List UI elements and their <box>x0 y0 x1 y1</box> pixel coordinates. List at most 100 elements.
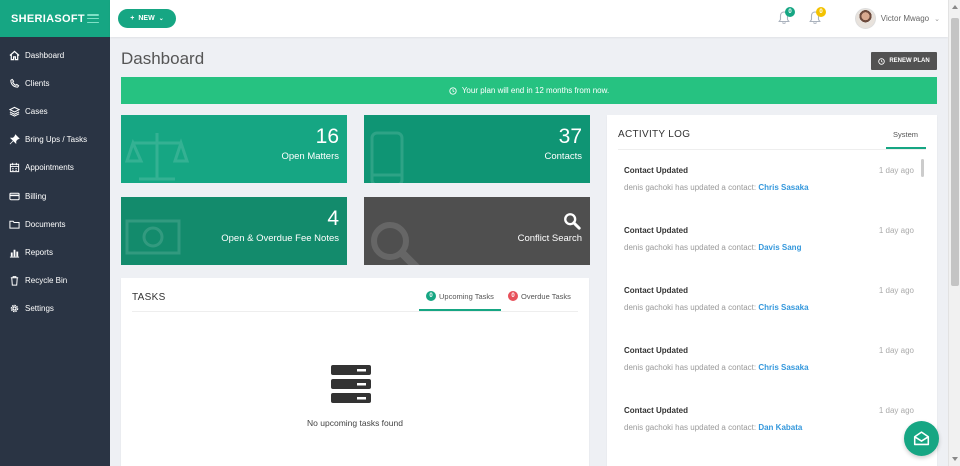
sidebar-item-recycle-bin[interactable]: Recycle Bin <box>0 267 110 295</box>
contact-link[interactable]: Chris Sasaka <box>758 303 808 312</box>
list-item: Contact Updated 1 day ago denis gachoki … <box>624 166 914 192</box>
sidebar-item-label: Cases <box>25 106 48 116</box>
scroll-down-arrow-icon[interactable] <box>952 457 958 461</box>
sidebar-item-clients[interactable]: Clients <box>0 69 110 97</box>
list-item: Contact Updated 1 day ago denis gachoki … <box>624 406 914 432</box>
tab-upcoming-tasks[interactable]: 0 Upcoming Tasks <box>426 291 494 301</box>
contact-link[interactable]: Chris Sasaka <box>758 183 808 192</box>
bar-chart-icon <box>9 247 20 258</box>
sidebar-item-label: Dashboard <box>25 50 65 60</box>
clock-icon <box>449 86 457 95</box>
mobile-phone-icon <box>370 131 404 183</box>
stat-tile-conflict-search[interactable]: Conflict Search <box>364 197 590 265</box>
scales-icon <box>125 133 189 181</box>
menu-toggle-icon[interactable] <box>87 14 99 23</box>
stat-value: 37 <box>558 125 582 148</box>
log-title: Contact Updated <box>624 286 688 295</box>
activity-log-card: ACTIVITY LOG System Contact Updated 1 da… <box>607 115 937 466</box>
new-button[interactable]: + NEW ⌄ <box>118 9 176 28</box>
sidebar: SHERIASOFT Dashboard Clients Cases Bring… <box>0 0 110 466</box>
sidebar-item-label: Billing <box>25 191 47 201</box>
log-time: 1 day ago <box>878 346 914 355</box>
overdue-count-badge: 0 <box>508 291 518 301</box>
empty-tasks-message: No upcoming tasks found <box>307 418 403 428</box>
money-icon <box>125 219 181 255</box>
message-fab-button[interactable] <box>904 421 939 456</box>
top-bar: + NEW ⌄ 0 0 Victor Mwago ⌄ <box>110 0 948 37</box>
new-button-label: NEW <box>138 15 155 22</box>
notifications-badge: 0 <box>785 7 795 17</box>
avatar <box>854 8 876 29</box>
tab-system[interactable]: System <box>893 130 918 139</box>
brand-header: SHERIASOFT <box>0 0 110 37</box>
sidebar-item-cases[interactable]: Cases <box>0 97 110 125</box>
log-description: denis gachoki has updated a contact: Dan… <box>624 423 914 432</box>
sidebar-item-reports[interactable]: Reports <box>0 238 110 266</box>
log-description: denis gachoki has updated a contact: Dav… <box>624 243 914 252</box>
pin-icon <box>9 134 20 145</box>
sidebar-item-documents[interactable]: Documents <box>0 210 110 238</box>
log-time: 1 day ago <box>878 406 914 415</box>
page-title: Dashboard <box>121 49 205 68</box>
scroll-up-arrow-icon[interactable] <box>952 5 958 9</box>
phone-icon <box>9 78 20 89</box>
log-title: Contact Updated <box>624 346 688 355</box>
stat-value: 16 <box>315 125 339 148</box>
brand-logo: SHERIASOFT <box>11 12 85 25</box>
stat-label: Contacts <box>544 151 583 162</box>
sidebar-nav: Dashboard Clients Cases Bring Ups / Task… <box>0 37 110 323</box>
contact-link[interactable]: Dan Kabata <box>758 423 802 432</box>
sidebar-item-label: Settings <box>25 304 54 314</box>
contact-link[interactable]: Davis Sang <box>758 243 801 252</box>
calendar-icon <box>9 162 20 173</box>
log-description: denis gachoki has updated a contact: Chr… <box>624 363 914 372</box>
renew-plan-button[interactable]: RENEW PLAN <box>871 52 937 70</box>
stat-tile-contacts[interactable]: 37 Contacts <box>364 115 590 183</box>
stat-label: Open & Overdue Fee Notes <box>221 233 339 244</box>
log-description: denis gachoki has updated a contact: Chr… <box>624 183 914 192</box>
divider <box>618 149 926 150</box>
list-item: Contact Updated 1 day ago denis gachoki … <box>624 226 914 252</box>
activity-log-title: ACTIVITY LOG <box>618 129 691 140</box>
log-text: denis gachoki has updated a contact: <box>624 423 757 432</box>
layers-icon <box>9 106 20 117</box>
list-item: Contact Updated 1 day ago denis gachoki … <box>624 286 914 312</box>
log-text: denis gachoki has updated a contact: <box>624 183 757 192</box>
alerts-badge: 0 <box>816 7 826 17</box>
scroll-thumb[interactable] <box>951 18 959 286</box>
stat-tile-open-matters[interactable]: 16 Open Matters <box>121 115 347 183</box>
gear-icon <box>9 303 20 314</box>
log-description: denis gachoki has updated a contact: Chr… <box>624 303 914 312</box>
list-item: Contact Updated 1 day ago denis gachoki … <box>624 346 914 372</box>
tab-label: Overdue Tasks <box>521 291 571 301</box>
user-menu[interactable]: Victor Mwago ⌄ <box>854 8 940 29</box>
clock-icon <box>878 57 886 65</box>
sidebar-item-label: Reports <box>25 247 54 257</box>
page-scrollbar[interactable] <box>948 0 960 466</box>
sidebar-item-label: Bring Ups / Tasks <box>25 135 88 145</box>
sidebar-item-dashboard[interactable]: Dashboard <box>0 41 110 69</box>
contact-link[interactable]: Chris Sasaka <box>758 363 808 372</box>
sidebar-item-label: Documents <box>25 219 66 229</box>
credit-card-icon <box>9 191 20 202</box>
alerts-bell-icon[interactable]: 0 <box>809 7 826 25</box>
sidebar-item-billing[interactable]: Billing <box>0 182 110 210</box>
log-title: Contact Updated <box>624 226 688 235</box>
log-text: denis gachoki has updated a contact: <box>624 243 757 252</box>
notifications-bell-icon[interactable]: 0 <box>778 7 795 25</box>
tab-overdue-tasks[interactable]: 0 Overdue Tasks <box>508 291 571 301</box>
upcoming-count-badge: 0 <box>426 291 436 301</box>
sidebar-item-bring-ups[interactable]: Bring Ups / Tasks <box>0 126 110 154</box>
log-title: Contact Updated <box>624 166 688 175</box>
chevron-down-icon: ⌄ <box>934 15 940 23</box>
home-icon <box>9 50 20 61</box>
sidebar-item-settings[interactable]: Settings <box>0 295 110 323</box>
chevron-down-icon: ⌄ <box>158 16 164 22</box>
sidebar-item-appointments[interactable]: Appointments <box>0 154 110 182</box>
stat-tile-fee-notes[interactable]: 4 Open & Overdue Fee Notes <box>121 197 347 265</box>
log-text: denis gachoki has updated a contact: <box>624 363 757 372</box>
activity-scroll-thumb[interactable] <box>921 159 924 177</box>
sidebar-item-label: Clients <box>25 78 50 88</box>
plan-message: Your plan will end in 12 months from now… <box>461 86 610 95</box>
log-time: 1 day ago <box>878 166 914 175</box>
